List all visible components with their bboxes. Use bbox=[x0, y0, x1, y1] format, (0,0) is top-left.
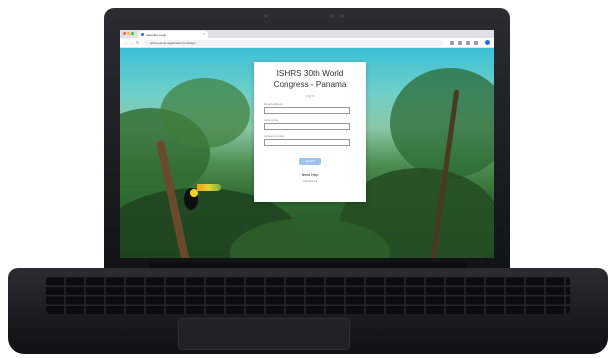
webcam-lens-icon bbox=[330, 14, 334, 18]
forward-arrow-icon[interactable]: → bbox=[130, 40, 134, 45]
webcam-icon bbox=[264, 14, 268, 18]
laptop-screen: Attendee Login × ← → ↻ ishrs-events.regi… bbox=[120, 30, 494, 258]
access-number-field[interactable] bbox=[264, 139, 350, 146]
back-arrow-icon[interactable]: ← bbox=[124, 40, 128, 45]
reload-icon[interactable]: ↻ bbox=[136, 40, 139, 45]
profile-avatar-icon[interactable] bbox=[485, 40, 490, 45]
page-title: ISHRS 30th World Congress - Panama bbox=[273, 69, 347, 89]
webcam-light-icon bbox=[340, 14, 344, 18]
close-icon[interactable]: × bbox=[203, 32, 205, 36]
extension-icon[interactable] bbox=[450, 41, 454, 45]
browser-toolbar: ← → ↻ ishrs-events.registration.com/logi… bbox=[120, 38, 494, 48]
laptop-keyboard bbox=[46, 276, 570, 314]
browser-tab[interactable]: Attendee Login × bbox=[138, 31, 208, 38]
favicon-icon bbox=[141, 33, 144, 36]
browser-tab-strip: Attendee Login × bbox=[120, 30, 494, 38]
toucan-beak bbox=[197, 184, 221, 191]
jungle-background: ISHRS 30th World Congress - Panama Log i… bbox=[120, 48, 494, 258]
foliage bbox=[390, 68, 494, 178]
submit-button[interactable]: Submit bbox=[299, 158, 321, 165]
email-field[interactable] bbox=[264, 107, 350, 114]
extension-icon[interactable] bbox=[474, 41, 478, 45]
laptop-touchpad bbox=[178, 318, 350, 350]
last-name-field[interactable] bbox=[264, 123, 350, 130]
email-label: Email address bbox=[264, 102, 284, 106]
contact-us-link[interactable]: Contact Us bbox=[264, 179, 356, 183]
extension-icon[interactable] bbox=[458, 41, 462, 45]
login-subtitle: Log in bbox=[305, 94, 315, 98]
window-minimize-icon[interactable] bbox=[127, 32, 130, 35]
address-bar[interactable]: ishrs-events.registration.com/login bbox=[144, 40, 444, 46]
tab-title: Attendee Login bbox=[146, 32, 167, 37]
extension-icon[interactable] bbox=[466, 41, 470, 45]
window-close-icon[interactable] bbox=[123, 32, 126, 35]
access-number-label: Access number bbox=[264, 134, 285, 138]
last-name-label: Last name bbox=[264, 118, 279, 122]
login-card: ISHRS 30th World Congress - Panama Log i… bbox=[254, 62, 366, 202]
foliage bbox=[160, 78, 250, 148]
need-help-link[interactable]: Need Help bbox=[264, 173, 356, 177]
window-zoom-icon[interactable] bbox=[131, 32, 134, 35]
